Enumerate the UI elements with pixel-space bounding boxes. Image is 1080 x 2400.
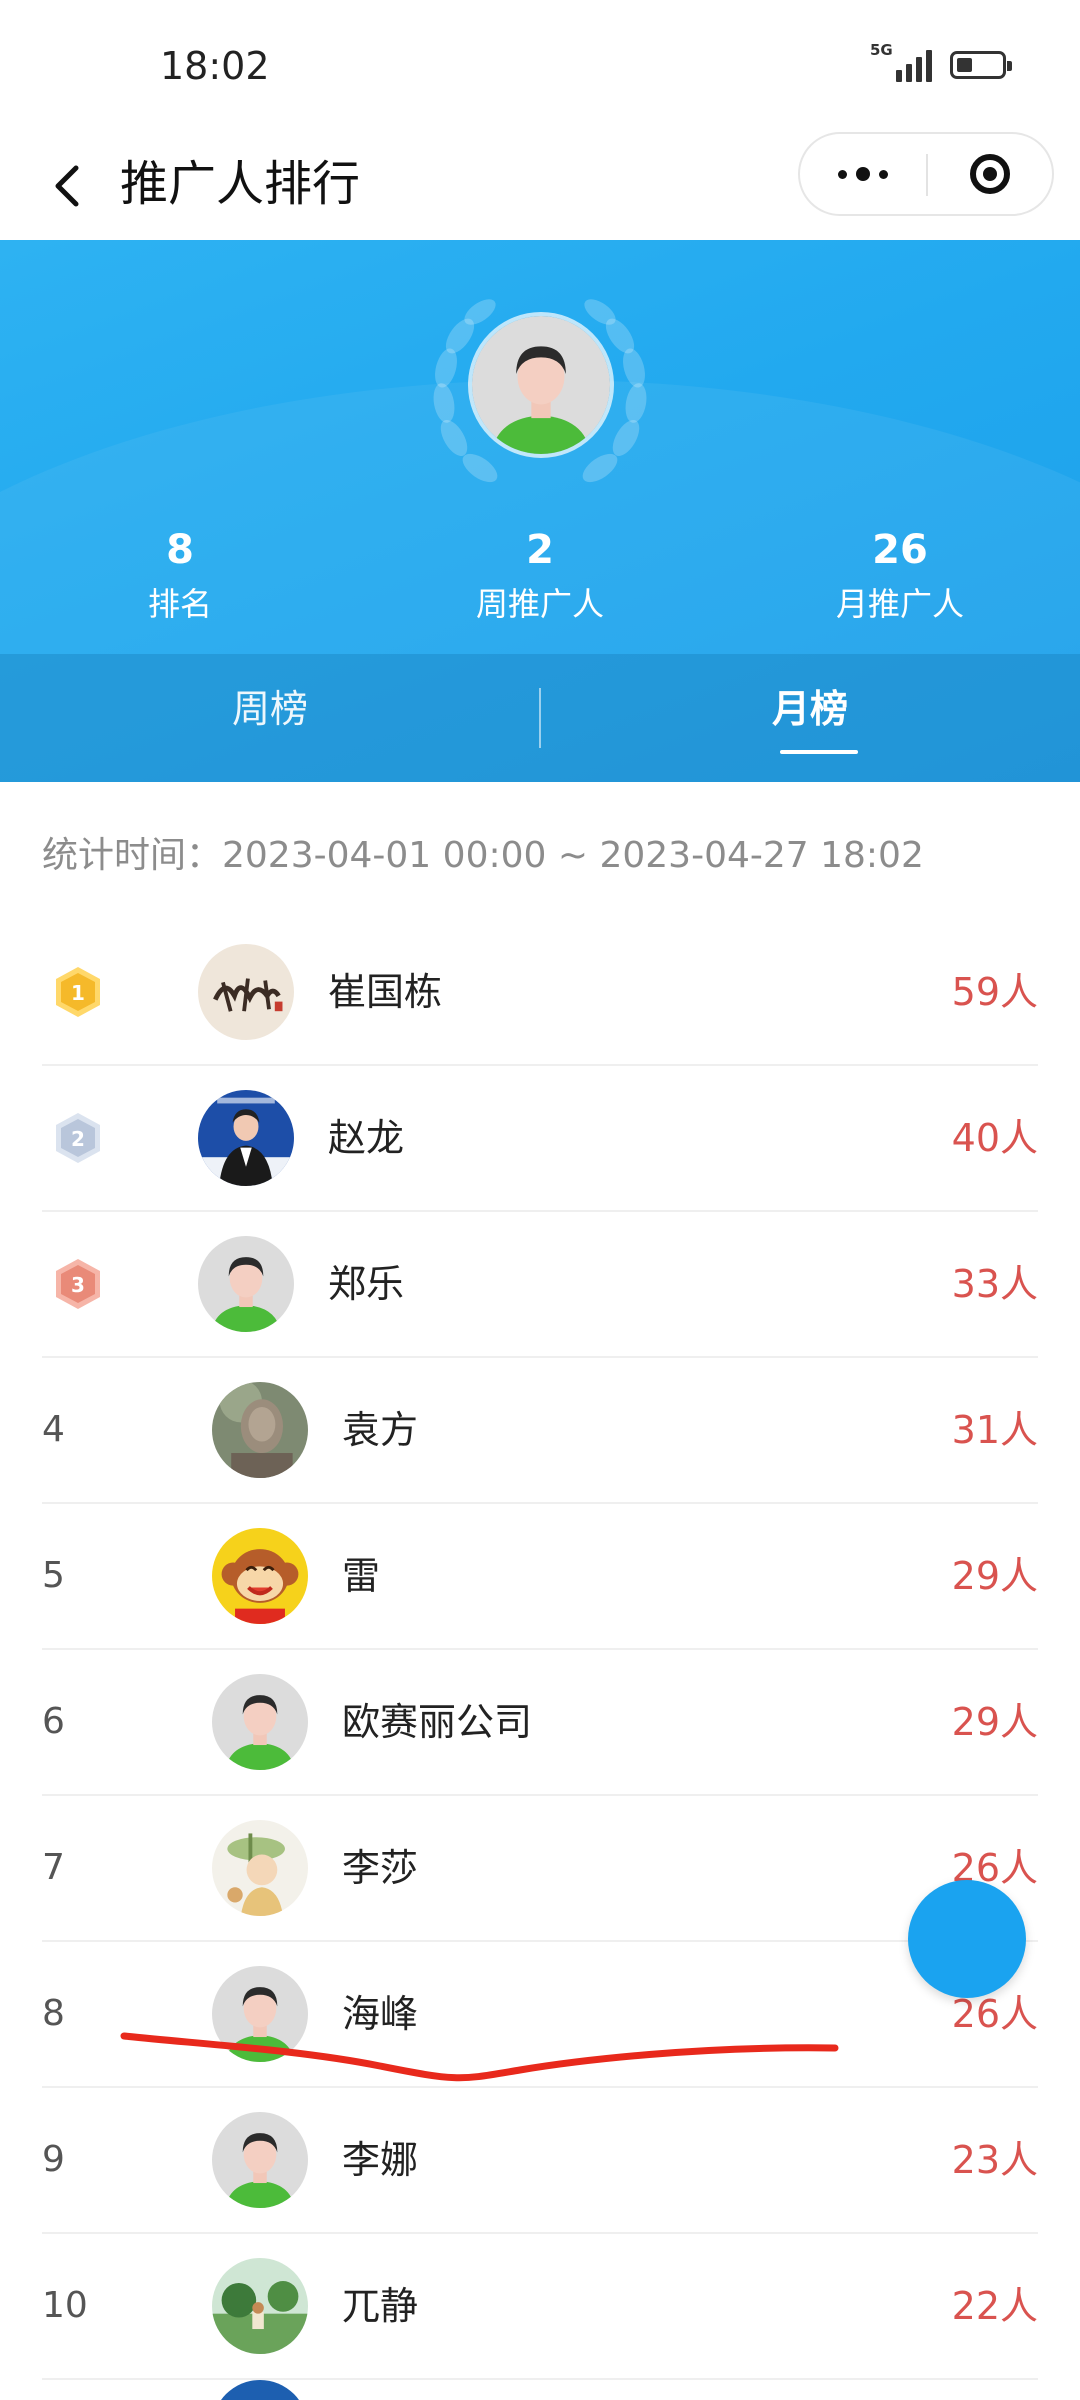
stat-label: 排名: [147, 585, 212, 623]
promotion-count: 29人: [951, 1554, 1038, 1598]
more-dots-icon: [838, 169, 847, 179]
rank-number: 6: [42, 1701, 65, 1742]
nav-bar: 推广人排行: [0, 132, 1080, 240]
stats-row: 8 排名 2 周推广人 26 月推广人: [0, 522, 1080, 628]
stat-label: 月推广人: [835, 585, 964, 623]
avatar: [198, 944, 294, 1040]
svg-text:2: 2: [71, 1127, 85, 1151]
promoter-name: 李娜: [342, 2138, 419, 2182]
avatar: [212, 1528, 308, 1624]
ranking-row[interactable]: 7 李莎 26人: [42, 1796, 1038, 1942]
promoter-name: 袁方: [342, 1408, 419, 1452]
promotion-count: 40人: [951, 1116, 1038, 1160]
promoter-name: 雷: [342, 1554, 381, 1598]
rank-number: 8: [42, 1993, 65, 2034]
ranking-row[interactable]: 2 赵龙 40人: [42, 1066, 1038, 1212]
avatar: [212, 1820, 308, 1916]
avatar: [212, 2112, 308, 2208]
hero-banner: 8 排名 2 周推广人 26 月推广人 周榜 月榜: [0, 240, 1080, 782]
svg-text:1: 1: [71, 981, 85, 1005]
stat-value: 26: [872, 527, 928, 573]
target-circle-icon: [970, 154, 1010, 194]
promotion-count: 33人: [951, 1262, 1038, 1306]
promoter-name: 兀静: [342, 2284, 419, 2328]
user-avatar: [468, 312, 614, 458]
tab-monthly[interactable]: 月榜: [540, 654, 1080, 782]
status-time: 18:02: [160, 44, 270, 88]
stat-label: 周推广人: [475, 585, 604, 623]
chevron-left-icon: [55, 165, 79, 207]
bronze-medal-icon: 3: [50, 1256, 106, 1312]
avatar: [198, 1236, 294, 1332]
avatar: [212, 1382, 308, 1478]
avatar: [198, 1090, 294, 1186]
promotion-count: 31人: [951, 1408, 1038, 1452]
stat-rank: 8 排名: [0, 522, 360, 628]
gold-medal-icon: 1: [50, 964, 106, 1020]
promoter-name: 崔国栋: [328, 970, 443, 1014]
ranking-row[interactable]: 9 李娜 23人: [42, 2088, 1038, 2234]
rank-number: 5: [42, 1555, 65, 1596]
ranking-row[interactable]: 8 海峰 26人: [42, 1942, 1038, 2088]
page: 18:02 5G 推广人排行 8 排名 2 周推广人 26 月推广人 周榜 月榜…: [0, 0, 1080, 2400]
partial-avatar: [212, 2380, 308, 2400]
ranking-row[interactable]: 5 雷 29人: [42, 1504, 1038, 1650]
stat-time-range: 统计时间：2023-04-01 00:00 ~ 2023-04-27 18:02: [42, 835, 924, 876]
promotion-count: 23人: [951, 2138, 1038, 2182]
avatar: [212, 2258, 308, 2354]
promotion-count: 59人: [951, 970, 1038, 1014]
floating-action-button[interactable]: [908, 1880, 1026, 1998]
promoter-name: 李莎: [342, 1846, 419, 1890]
rank-number: 4: [42, 1409, 65, 1450]
ranking-tabs: 周榜 月榜: [0, 654, 1080, 782]
avatar: [212, 1966, 308, 2062]
stat-monthly: 26 月推广人: [720, 522, 1080, 628]
tab-weekly[interactable]: 周榜: [0, 654, 540, 782]
rank-number: 9: [42, 2139, 65, 2180]
more-button[interactable]: [800, 134, 926, 214]
battery-icon: [950, 51, 1012, 79]
ranking-row[interactable]: 10 兀静 22人: [42, 2234, 1038, 2380]
promoter-name: 欧赛丽公司: [342, 1700, 533, 1744]
ranking-list: 1 崔国栋 59人 2 赵龙 40人 3 郑乐 33人 4 袁方 31人 5 雷 29人 6 欧赛丽公司 29人 7…: [42, 920, 1038, 2380]
default-avatar-icon: [472, 316, 610, 454]
status-bar: 18:02 5G: [0, 0, 1080, 132]
svg-text:3: 3: [71, 1273, 85, 1297]
ranking-row[interactable]: 4 袁方 31人: [42, 1358, 1038, 1504]
promotion-count: 29人: [951, 1700, 1038, 1744]
stat-value: 2: [526, 527, 554, 573]
signal-icon: 5G: [870, 42, 932, 82]
rank-number: 10: [42, 2285, 88, 2326]
network-type: 5G: [870, 41, 893, 59]
avatar: [212, 1674, 308, 1770]
ranking-row[interactable]: 3 郑乐 33人: [42, 1212, 1038, 1358]
status-icons: 5G: [870, 42, 1012, 82]
promoter-name: 郑乐: [328, 1262, 405, 1306]
miniprogram-capsule: [798, 132, 1054, 216]
page-title: 推广人排行: [120, 156, 361, 212]
promoter-name: 海峰: [342, 1992, 419, 2036]
promoter-name: 赵龙: [328, 1116, 405, 1160]
silver-medal-icon: 2: [50, 1110, 106, 1166]
stat-value: 8: [166, 527, 194, 573]
rank-number: 7: [42, 1847, 65, 1888]
back-button[interactable]: [38, 154, 102, 218]
ranking-row[interactable]: 1 崔国栋 59人: [42, 920, 1038, 1066]
stat-weekly: 2 周推广人: [360, 522, 720, 628]
close-miniprogram-button[interactable]: [928, 134, 1052, 214]
ranking-row[interactable]: 6 欧赛丽公司 29人: [42, 1650, 1038, 1796]
promotion-count: 22人: [951, 2284, 1038, 2328]
